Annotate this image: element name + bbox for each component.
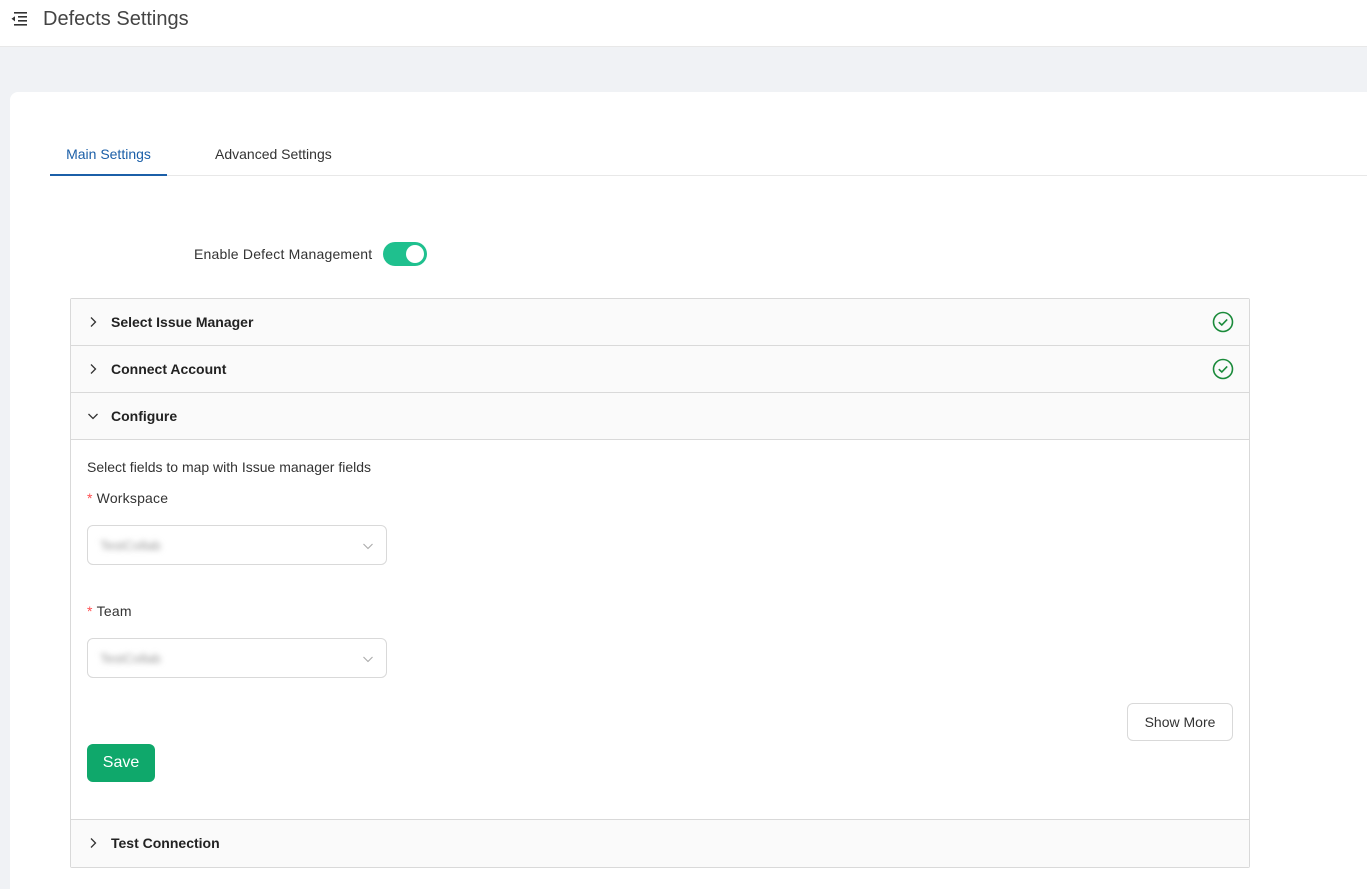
chevron-down-icon (88, 413, 98, 420)
panel-title: Select Issue Manager (111, 314, 254, 330)
panel-title: Configure (111, 408, 178, 424)
tab-bar: Main Settings Advanced Settings (50, 132, 1367, 176)
panel-header-connect-account[interactable]: Connect Account (71, 346, 1249, 393)
configure-description: Select fields to map with Issue manager … (87, 459, 372, 475)
chevron-down-icon (363, 656, 373, 663)
chevron-down-icon (363, 543, 373, 550)
configure-panel-body: Select fields to map with Issue manager … (71, 440, 1249, 820)
check-circle-icon (1212, 311, 1234, 333)
team-label: * Team (87, 603, 132, 619)
enable-defect-management-toggle[interactable] (383, 242, 428, 266)
settings-collapse: Select Issue Manager Connect Account Con… (70, 298, 1250, 868)
team-label-text: Team (96, 603, 132, 619)
workspace-select[interactable]: TestCollab (87, 525, 387, 565)
save-button[interactable]: Save (87, 744, 155, 782)
workspace-label: * Workspace (87, 490, 168, 506)
toggle-label: Enable Defect Management (194, 246, 373, 262)
workspace-select-value: TestCollab (100, 538, 161, 553)
top-bar: Defects Settings (0, 0, 1367, 47)
panel-header-test-connection[interactable]: Test Connection (71, 820, 1249, 867)
chevron-right-icon (90, 317, 97, 327)
required-mark: * (87, 490, 93, 506)
toggle-knob (406, 245, 425, 263)
workspace-label-text: Workspace (96, 490, 169, 506)
settings-card: Main Settings Advanced Settings Enable D… (10, 92, 1367, 889)
panel-header-select-issue-manager[interactable]: Select Issue Manager (71, 299, 1249, 346)
show-more-button[interactable]: Show More (1127, 703, 1233, 741)
panel-header-configure[interactable]: Configure (71, 393, 1249, 440)
tab-advanced-settings[interactable]: Advanced Settings (215, 132, 332, 176)
page-title: Defects Settings (43, 8, 189, 30)
menu-fold-icon[interactable] (10, 11, 28, 27)
required-mark: * (87, 603, 93, 619)
panel-title: Test Connection (111, 835, 220, 851)
tab-main-settings[interactable]: Main Settings (50, 132, 167, 176)
chevron-right-icon (90, 838, 97, 848)
check-circle-icon (1212, 358, 1234, 380)
chevron-right-icon (90, 364, 97, 374)
enable-defect-management-row: Enable Defect Management (194, 242, 428, 266)
team-select[interactable]: TestCollab (87, 638, 387, 678)
team-select-value: TestCollab (100, 651, 161, 666)
panel-title: Connect Account (111, 361, 227, 377)
